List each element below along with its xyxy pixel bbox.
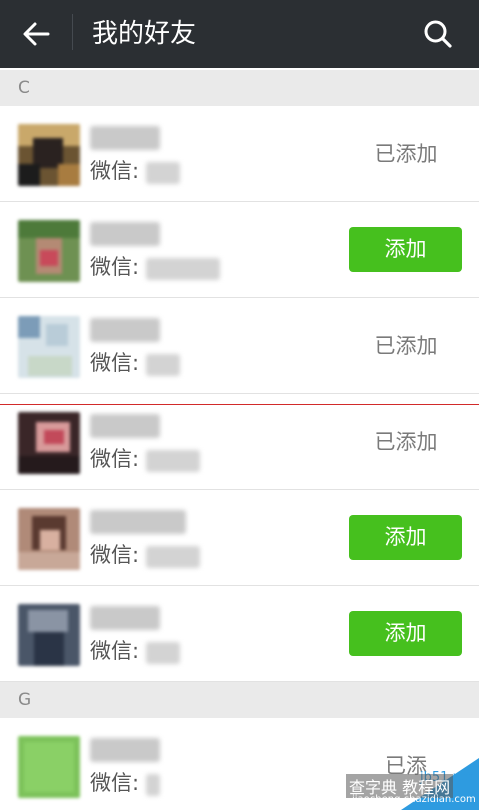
name-redacted — [90, 414, 160, 438]
added-status: 已添加 — [374, 334, 438, 358]
add-friend-button[interactable]: 添加 — [349, 611, 462, 656]
avatar — [18, 508, 80, 570]
wechat-label: 微信: — [90, 543, 140, 567]
wechat-id-redacted — [146, 642, 180, 664]
wechat-id-redacted — [146, 774, 160, 796]
avatar — [18, 124, 80, 186]
section-header-c: C — [0, 70, 479, 106]
added-status: 已添加 — [374, 142, 438, 166]
avatar — [18, 316, 80, 378]
title-bar: 我的好友 — [0, 0, 479, 68]
page-title: 我的好友 — [92, 19, 197, 49]
avatar — [18, 220, 80, 282]
name-redacted — [90, 738, 160, 762]
wechat-label: 微信: — [90, 255, 140, 279]
wechat-id-redacted — [146, 354, 180, 376]
avatar — [18, 412, 80, 474]
search-button[interactable] — [416, 12, 460, 56]
wechat-label: 微信: — [90, 771, 140, 795]
wechat-id-redacted — [146, 162, 180, 184]
wechat-id-redacted — [146, 450, 200, 472]
wechat-label: 微信: — [90, 159, 140, 183]
added-status: 已添加 — [374, 430, 438, 454]
header-divider — [72, 14, 73, 50]
add-friend-button[interactable]: 添加 — [349, 515, 462, 560]
name-redacted — [90, 126, 160, 150]
name-redacted — [90, 318, 160, 342]
name-redacted — [90, 606, 160, 630]
list-item[interactable]: 微信: 添加 — [0, 490, 479, 586]
list-item[interactable]: 微信: 已添加 — [0, 298, 479, 394]
name-redacted — [90, 510, 186, 534]
section-header-g: G — [0, 682, 479, 718]
search-icon — [424, 20, 452, 48]
wechat-label: 微信: — [90, 639, 140, 663]
watermark-url: jiaocheng.chazidian.com — [352, 794, 476, 805]
list-item[interactable]: 微信: 已添加 — [0, 106, 479, 202]
red-divider — [0, 404, 479, 405]
name-redacted — [90, 222, 160, 246]
list-item[interactable]: 微信: 已添加 — [0, 394, 479, 490]
wechat-label: 微信: — [90, 351, 140, 375]
arrow-left-icon — [23, 22, 50, 46]
back-button[interactable] — [14, 14, 58, 54]
wechat-label: 微信: — [90, 447, 140, 471]
list-item[interactable]: 微信: 添加 — [0, 586, 479, 682]
wechat-id-redacted — [146, 546, 200, 568]
avatar — [18, 604, 80, 666]
wechat-id-redacted — [146, 258, 220, 280]
list-item[interactable]: 微信: 添加 — [0, 202, 479, 298]
add-friend-button[interactable]: 添加 — [349, 227, 462, 272]
avatar — [18, 736, 80, 798]
